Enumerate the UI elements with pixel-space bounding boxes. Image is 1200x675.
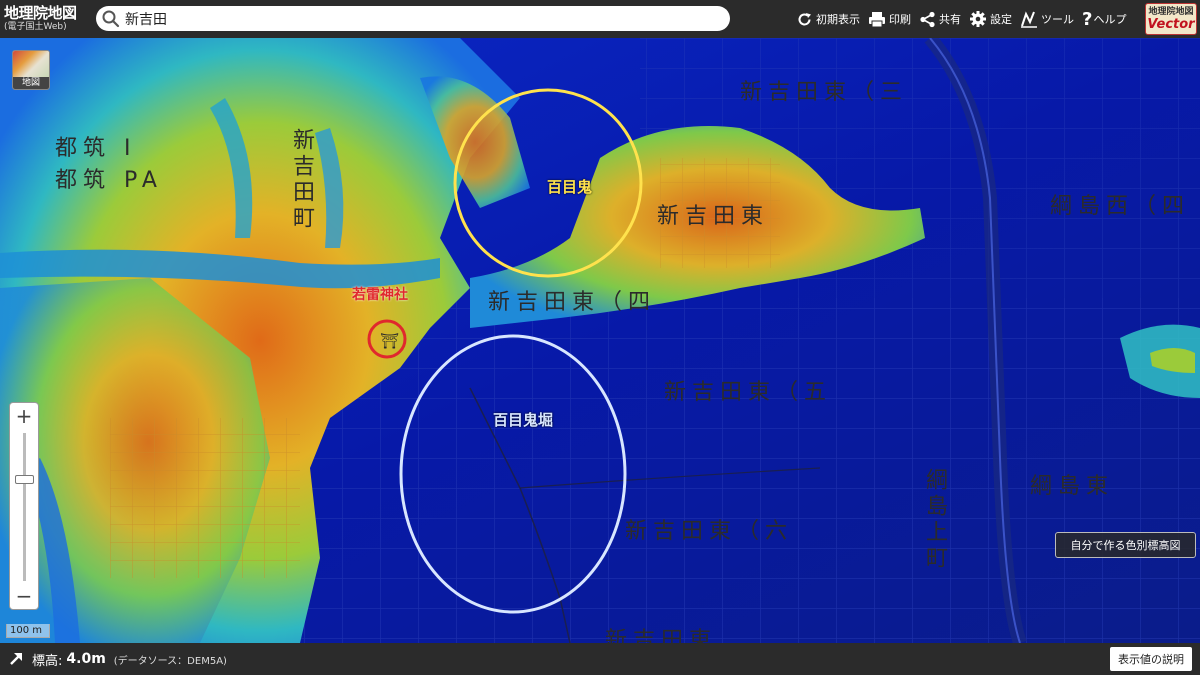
basemap-switch-button[interactable]: 地図 (12, 50, 50, 90)
vector-badge[interactable]: 地理院地図 Vector (1145, 3, 1197, 35)
map-label-shin-yoshida-higashi-bottom: 新吉田東 (605, 628, 718, 643)
printer-icon (869, 11, 885, 27)
print-button[interactable]: 印刷 (868, 11, 911, 28)
arrow-icon[interactable] (8, 651, 24, 667)
map-label-tsunashima-cho: 綱島上町 (922, 468, 947, 572)
logo-title: 地理院地図 (4, 4, 77, 22)
custom-elevation-legend-button[interactable]: 自分で作る色別標高図 (1055, 532, 1196, 558)
search-input[interactable] (125, 10, 705, 27)
zoom-in-button[interactable]: + (10, 403, 38, 429)
map-label-tsuzuki-2: 都筑 PA (55, 168, 163, 193)
share-label: 共有 (939, 13, 961, 26)
map-label-tsunashima-higashi: 綱島東 (1030, 474, 1115, 499)
elevation-data-source: (データソース：DEM5A) (113, 655, 227, 667)
zoom-slider-track[interactable] (23, 433, 26, 581)
svg-text:⛩: ⛩ (380, 332, 399, 350)
map-label-tsunashima-west: 綱島西（四 (1050, 194, 1191, 219)
map-label-tsuzuki-1: 都筑 I (55, 136, 137, 161)
print-label: 印刷 (889, 13, 911, 26)
explain-values-button[interactable]: 表示値の説明 (1110, 647, 1192, 671)
search-box[interactable] (96, 6, 730, 31)
tools-button[interactable]: ツール (1020, 10, 1074, 28)
zoom-slider-handle[interactable] (15, 475, 34, 484)
map-label-shin-yoshida-higashi-3: 新吉田東（三 (740, 80, 909, 105)
tools-label: ツール (1041, 13, 1074, 26)
annotation-hyakumeki-bori: 百目鬼堀 (493, 411, 554, 429)
map-canvas[interactable]: ⛩ 新吉田東（三 都筑 I 都筑 PA 新吉田町 新吉田東 新吉田東（四 新吉田… (0, 38, 1200, 643)
settings-button[interactable]: 設定 (969, 10, 1012, 28)
map-label-shin-yoshida-cho: 新吉田町 (289, 128, 314, 232)
zoom-control: + − (9, 402, 39, 610)
basemap-label: 地図 (13, 77, 49, 89)
logo-subtitle: (電子国土Web) (4, 22, 67, 32)
help-button[interactable]: ? ヘルプ (1082, 9, 1126, 30)
share-icon (920, 11, 935, 27)
toolbar: 初期表示 印刷 共有 設定 ツール ? ヘルプ (796, 0, 1134, 38)
help-icon: ? (1082, 8, 1093, 30)
scale-bar: 100 m (6, 624, 50, 638)
zoom-out-button[interactable]: − (10, 583, 38, 609)
basemap-thumbnail (13, 51, 49, 77)
share-button[interactable]: 共有 (919, 11, 961, 28)
footer-bar: 標高: 4.0m (データソース：DEM5A) 表示値の説明 (0, 643, 1200, 675)
initial-view-button[interactable]: 初期表示 (796, 11, 860, 28)
settings-label: 設定 (990, 13, 1012, 26)
elevation-label: 標高: (32, 653, 63, 669)
map-label-shin-yoshida-higashi: 新吉田東 (657, 204, 770, 229)
initial-view-label: 初期表示 (816, 13, 860, 26)
app-root: 地理院地図 (電子国土Web) 初期表示 (0, 0, 1200, 675)
search-icon[interactable] (102, 10, 120, 28)
tools-icon (1021, 11, 1037, 28)
map-label-shin-yoshida-higashi-6: 新吉田東（六 (625, 519, 794, 544)
vector-badge-top: 地理院地図 (1148, 6, 1194, 17)
header-bar: 地理院地図 (電子国土Web) 初期表示 (0, 0, 1200, 38)
annotation-hyakumeki: 百目鬼 (547, 178, 593, 196)
map-label-shin-yoshida-higashi-4: 新吉田東（四 (488, 290, 657, 315)
refresh-icon (798, 12, 811, 25)
site-logo[interactable]: 地理院地図 (電子国土Web) (0, 0, 92, 38)
map-label-shin-yoshida-higashi-5: 新吉田東（五 (664, 380, 833, 405)
elevation-relief: ⛩ (0, 38, 1200, 643)
annotation-wakarei-jinja: 若雷神社 (352, 287, 408, 303)
gear-icon (970, 11, 986, 27)
elevation-value: 4.0m (66, 651, 106, 667)
help-label: ヘルプ (1093, 13, 1127, 26)
vector-badge-main: Vector (1147, 16, 1195, 32)
